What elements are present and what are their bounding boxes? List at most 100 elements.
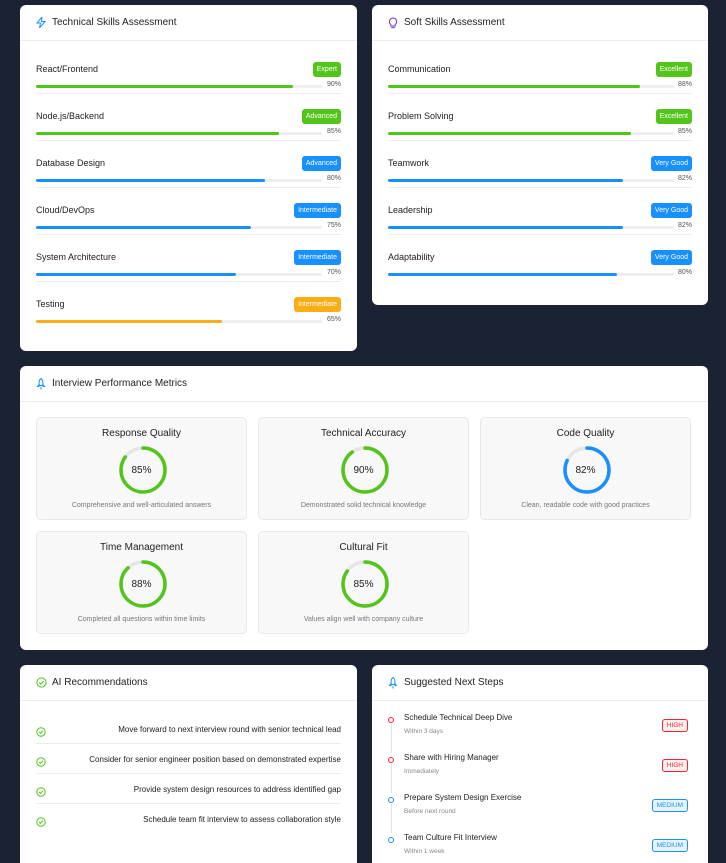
next-steps-card: Suggested Next Steps Schedule Technical … xyxy=(372,665,708,863)
progress-track xyxy=(388,273,674,276)
skill-name: Teamwork xyxy=(388,158,430,168)
technical-skills-list: React/Frontend Expert 90% Node.js/Backend Ad… xyxy=(20,41,357,329)
level-badge: Intermediate xyxy=(294,250,341,265)
recommendation-item: Move forward to next interview round wit… xyxy=(36,714,341,744)
performance-metrics-title: Interview Performance Metrics xyxy=(52,378,188,389)
progress-track xyxy=(36,226,322,229)
skill-name: Communication xyxy=(388,64,451,74)
step-title: Schedule Technical Deep Dive xyxy=(404,713,513,722)
ai-recommendations-card: AI Recommendations Move forward to next … xyxy=(20,665,357,863)
metric-value: 85% xyxy=(131,465,152,476)
next-steps-timeline: Schedule Technical Deep Dive Within 3 day… xyxy=(372,701,708,863)
progress-percent: 82% xyxy=(677,175,692,182)
metric-value: 90% xyxy=(353,465,374,476)
performance-metrics-card: Interview Performance Metrics Response Q… xyxy=(20,366,708,650)
skill-name: React/Frontend xyxy=(36,64,99,74)
metric-card: Time Management 88% Completed all question… xyxy=(36,531,247,634)
check-circle-icon xyxy=(36,724,46,737)
next-step-item[interactable]: Schedule Technical Deep Dive Within 3 day… xyxy=(388,711,692,753)
progress-track xyxy=(36,320,322,323)
progress-track xyxy=(36,85,322,88)
next-step-item[interactable]: Team Culture Fit Interview Within 1 week M… xyxy=(388,831,692,863)
metric-description: Values align well with company culture xyxy=(303,616,424,623)
level-badge: Advanced xyxy=(301,156,341,171)
step-timing: Before next round xyxy=(404,808,456,815)
ai-recommendations-title: AI Recommendations xyxy=(52,677,148,688)
progress-fill xyxy=(36,85,294,88)
skill-row: Leadership Very Good 82% xyxy=(388,188,692,235)
skill-name: System Architecture xyxy=(36,252,117,262)
timeline-line xyxy=(390,804,392,833)
progress-fill xyxy=(388,85,640,88)
next-steps-title: Suggested Next Steps xyxy=(404,677,504,688)
progress-percent: 65% xyxy=(326,316,341,323)
check-circle-icon xyxy=(36,754,46,767)
progress-track xyxy=(36,273,322,276)
timeline-dot xyxy=(388,717,394,723)
timeline-line xyxy=(390,764,392,793)
timeline-line xyxy=(390,724,392,753)
progress-track xyxy=(388,85,674,88)
lightning-icon xyxy=(35,17,47,29)
metric-value: 82% xyxy=(575,465,596,476)
metric-card: Cultural Fit 85% Values align well with co… xyxy=(258,531,469,634)
progress-fill xyxy=(388,132,632,135)
progress-percent: 85% xyxy=(677,128,692,135)
metric-card: Response Quality 85% Comprehensive and wel… xyxy=(36,417,247,520)
skill-name: Testing xyxy=(36,299,65,309)
recommendation-item: Provide system design resources to addre… xyxy=(36,774,341,804)
technical-skills-card: Technical Skills Assessment React/Fronte… xyxy=(20,5,357,351)
progress-percent: 70% xyxy=(326,269,341,276)
skill-row: System Architecture Intermediate 70% xyxy=(36,235,341,282)
level-badge: Very Good xyxy=(650,156,692,171)
check-circle-icon xyxy=(35,677,47,689)
timeline-dot xyxy=(388,837,394,843)
next-steps-header: Suggested Next Steps xyxy=(372,665,708,701)
metric-title: Technical Accuracy xyxy=(320,428,407,439)
progress-fill xyxy=(36,179,265,182)
progress-percent: 82% xyxy=(677,222,692,229)
level-badge: Excellent xyxy=(655,62,692,77)
step-title: Team Culture Fit Interview xyxy=(404,833,497,842)
skill-row: Cloud/DevOps Intermediate 75% xyxy=(36,188,341,235)
technical-skills-title: Technical Skills Assessment xyxy=(52,17,177,28)
level-badge: Intermediate xyxy=(294,297,341,312)
priority-tag: MEDIUM xyxy=(651,839,688,852)
step-title: Share with Hiring Manager xyxy=(404,753,499,762)
metric-title: Code Quality xyxy=(556,428,615,439)
skill-name: Database Design xyxy=(36,158,106,168)
progress-track xyxy=(36,132,322,135)
skill-row: React/Frontend Expert 90% xyxy=(36,47,341,94)
progress-percent: 85% xyxy=(326,128,341,135)
skill-name: Problem Solving xyxy=(388,111,454,121)
progress-fill xyxy=(36,132,280,135)
progress-track xyxy=(388,226,674,229)
ai-recommendations-header: AI Recommendations xyxy=(20,665,357,701)
soft-skills-card: Soft Skills Assessment Communication Exce… xyxy=(372,5,708,305)
skill-row: Adaptability Very Good 80% xyxy=(388,235,692,282)
rocket-icon xyxy=(387,676,399,689)
metric-title: Response Quality xyxy=(102,428,181,439)
technical-skills-header: Technical Skills Assessment xyxy=(20,5,357,41)
skill-row: Problem Solving Excellent 85% xyxy=(388,94,692,141)
priority-tag: HIGH xyxy=(661,759,688,772)
next-step-item[interactable]: Prepare System Design Exercise Before nex… xyxy=(388,791,692,833)
skill-name: Leadership xyxy=(388,205,433,215)
recommendation-text: Consider for senior engineer position ba… xyxy=(89,755,341,764)
progress-percent: 80% xyxy=(677,269,692,276)
timeline-dot xyxy=(388,757,394,763)
progress-fill xyxy=(36,226,251,229)
recommendation-text: Move forward to next interview round wit… xyxy=(118,725,341,734)
recommendation-text: Schedule team fit interview to assess co… xyxy=(143,815,341,824)
skill-name: Adaptability xyxy=(388,252,435,262)
skill-row: Communication Excellent 88% xyxy=(388,47,692,94)
soft-skills-list: Communication Excellent 88% Problem Solving… xyxy=(372,41,708,282)
skill-row: Teamwork Very Good 82% xyxy=(388,141,692,188)
progress-fill xyxy=(388,226,623,229)
skill-row: Database Design Advanced 80% xyxy=(36,141,341,188)
recommendations-list: Move forward to next interview round wit… xyxy=(20,701,357,834)
progress-fill xyxy=(36,273,237,276)
bulb-icon xyxy=(387,16,399,29)
step-timing: Within 3 days xyxy=(404,728,444,735)
next-step-item[interactable]: Share with Hiring Manager Immediately HIGH xyxy=(388,751,692,793)
